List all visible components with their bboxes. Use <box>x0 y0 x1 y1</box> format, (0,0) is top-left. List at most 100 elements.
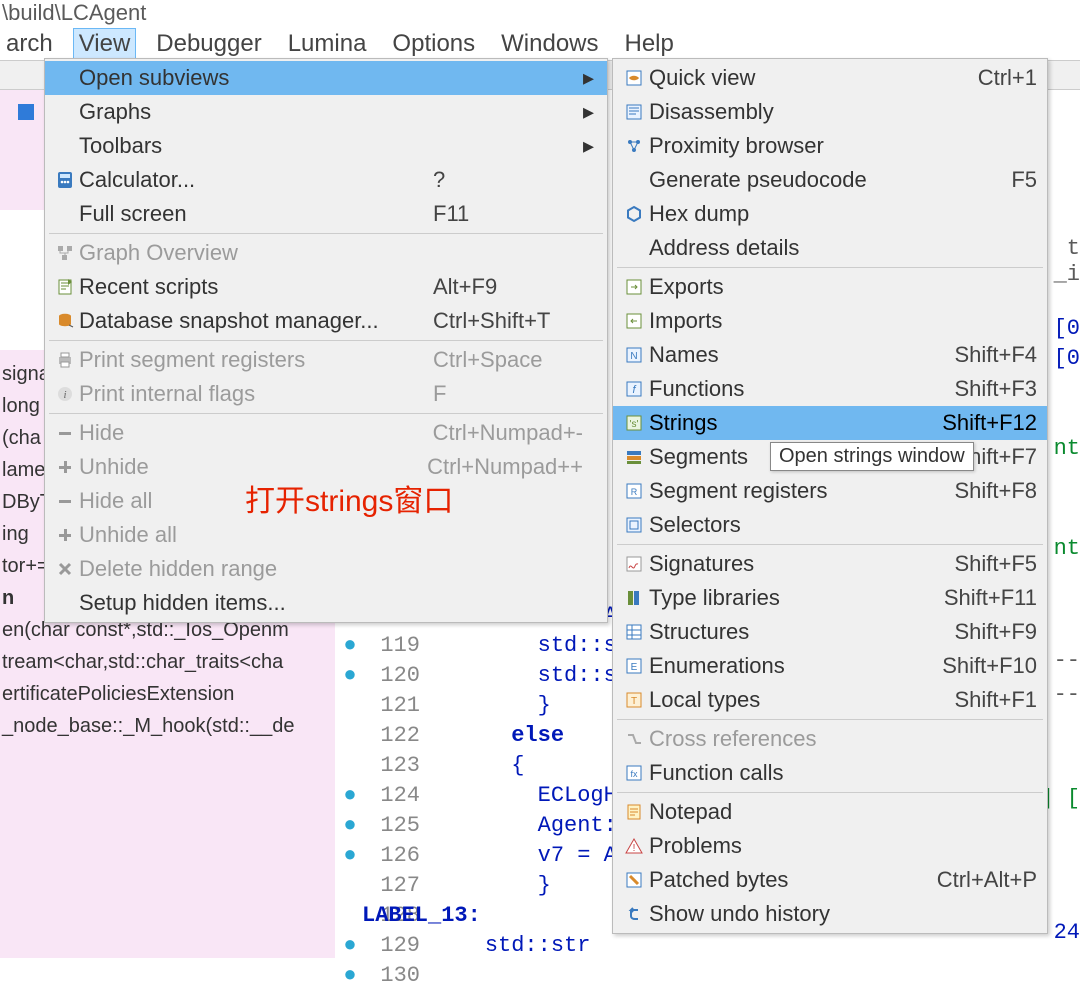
menu-item-shortcut: Ctrl+Alt+P <box>937 867 1037 893</box>
view-item-full-screen[interactable]: Full screenF11 <box>45 197 607 231</box>
subview-item-show-undo-history[interactable]: Show undo history <box>613 897 1047 931</box>
code-fragment: -- <box>1054 648 1080 673</box>
subview-item-selectors[interactable]: Selectors <box>613 508 1047 542</box>
code-fragment: [0 <box>1054 346 1080 371</box>
menu-item-shortcut: Ctrl+Shift+T <box>433 308 583 334</box>
subview-item-address-details[interactable]: Address details <box>613 231 1047 265</box>
menu-item-shortcut: Shift+F12 <box>942 410 1037 436</box>
menu-item-label: Functions <box>649 376 954 402</box>
code-text: std::s <box>432 663 617 688</box>
menu-help[interactable]: Help <box>619 28 680 60</box>
menu-item-label: Address details <box>649 235 1037 261</box>
menu-item-label: Imports <box>649 308 1037 334</box>
view-item-open-subviews[interactable]: Open subviews ▸ <box>45 61 607 95</box>
view-item-delete-hidden-range: Delete hidden range <box>45 552 607 586</box>
minus-icon <box>51 423 79 443</box>
subview-item-functions[interactable]: fFunctionsShift+F3 <box>613 372 1047 406</box>
graph-icon <box>51 243 79 263</box>
subview-item-patched-bytes[interactable]: Patched bytesCtrl+Alt+P <box>613 863 1047 897</box>
breakpoint-dot-icon: ● <box>340 813 360 838</box>
subview-item-proximity-browser[interactable]: Proximity browser <box>613 129 1047 163</box>
view-item-setup-hidden-items-[interactable]: Setup hidden items... <box>45 586 607 620</box>
view-item-print-segment-registers: Print segment registersCtrl+Space <box>45 343 607 377</box>
menu-item-label: Setup hidden items... <box>79 590 433 616</box>
subview-item-notepad[interactable]: Notepad <box>613 795 1047 829</box>
names-icon: N <box>619 345 649 365</box>
menu-item-label: Open subviews <box>79 65 433 91</box>
subview-item-exports[interactable]: Exports <box>613 270 1047 304</box>
menu-item-shortcut: F5 <box>1011 167 1037 193</box>
view-item-graphs[interactable]: Graphs▸ <box>45 95 607 129</box>
script-icon <box>51 277 79 297</box>
menu-item-shortcut: ? <box>433 167 583 193</box>
x-icon <box>51 559 79 579</box>
subview-item-hex-dump[interactable]: Hex dump <box>613 197 1047 231</box>
menu-search[interactable]: arch <box>0 28 59 60</box>
nav-marker-icon <box>18 104 34 120</box>
db-icon <box>51 311 79 331</box>
struct-icon <box>619 622 649 642</box>
subview-item-strings[interactable]: 's'StringsShift+F12 <box>613 406 1047 440</box>
submenu-arrow-icon: ▸ <box>583 65 599 91</box>
code-fragment: -- <box>1054 682 1080 707</box>
code-text: } <box>432 693 551 718</box>
subview-item-function-calls[interactable]: fxFunction calls <box>613 756 1047 790</box>
code-fragment: nt <box>1054 436 1080 461</box>
view-item-database-snapshot-manager-[interactable]: Database snapshot manager...Ctrl+Shift+T <box>45 304 607 338</box>
menu-windows[interactable]: Windows <box>495 28 604 60</box>
line-number: 122 <box>360 723 420 748</box>
menu-item-shortcut: Alt+F9 <box>433 274 583 300</box>
str-icon: 's' <box>619 413 649 433</box>
menu-item-label: Exports <box>649 274 1037 300</box>
code-line[interactable]: ●129 std::str <box>340 930 1080 960</box>
names-line: _node_base::_M_hook(std::__de <box>0 710 335 742</box>
subview-item-segment-registers[interactable]: R Segment registersShift+F8 <box>613 474 1047 508</box>
subview-item-type-libraries[interactable]: Type librariesShift+F11 <box>613 581 1047 615</box>
code-fragment: _i <box>1054 262 1080 287</box>
func-icon: f <box>619 379 649 399</box>
breakpoint-dot-icon: ● <box>340 633 360 658</box>
menu-item-label: Patched bytes <box>649 867 937 893</box>
menu-item-label: Disassembly <box>649 99 1037 125</box>
breakpoint-dot-icon: ● <box>340 843 360 868</box>
subview-item-quick-view[interactable]: Quick viewCtrl+1 <box>613 61 1047 95</box>
menu-item-shortcut: Shift+F9 <box>954 619 1037 645</box>
subview-item-problems[interactable]: !Problems <box>613 829 1047 863</box>
menu-debugger[interactable]: Debugger <box>150 28 267 60</box>
menu-item-label: Hide <box>79 420 433 446</box>
menu-item-label: Function calls <box>649 760 1037 786</box>
subview-item-signatures[interactable]: SignaturesShift+F5 <box>613 547 1047 581</box>
menu-item-label: Names <box>649 342 954 368</box>
exp-icon <box>619 277 649 297</box>
menu-item-shortcut: Shift+F8 <box>954 478 1037 504</box>
menu-lumina[interactable]: Lumina <box>282 28 373 60</box>
menu-item-label: Local types <box>649 687 954 713</box>
code-fragment: t <box>1067 236 1080 261</box>
view-item-recent-scripts[interactable]: Recent scriptsAlt+F9 <box>45 270 607 304</box>
view-menu: Open subviews▸Graphs▸Toolbars▸Calculator… <box>44 58 608 623</box>
code-line[interactable]: ●130 <box>340 960 1080 990</box>
menu-item-label: Segment registers <box>649 478 954 504</box>
subview-item-enumerations[interactable]: EEnumerationsShift+F10 <box>613 649 1047 683</box>
view-item-toolbars[interactable]: Toolbars▸ <box>45 129 607 163</box>
hex-icon <box>619 204 649 224</box>
menu-options[interactable]: Options <box>386 28 481 60</box>
svg-text:!: ! <box>633 843 636 854</box>
subview-item-structures[interactable]: StructuresShift+F9 <box>613 615 1047 649</box>
view-item-graph-overview: Graph Overview <box>45 236 607 270</box>
annotation-text: 打开strings窗口 <box>245 476 453 520</box>
line-number: 126 <box>360 843 420 868</box>
menu-item-shortcut: Ctrl+Space <box>433 347 583 373</box>
subview-item-disassembly[interactable]: Disassembly <box>613 95 1047 129</box>
subview-item-names[interactable]: NNamesShift+F4 <box>613 338 1047 372</box>
subview-item-generate-pseudocode[interactable]: Generate pseudocodeF5 <box>613 163 1047 197</box>
menu-item-label: Calculator... <box>79 167 433 193</box>
menu-view[interactable]: View <box>73 28 137 60</box>
view-item-calculator-[interactable]: Calculator...? <box>45 163 607 197</box>
menu-item-label: Signatures <box>649 551 954 577</box>
subview-item-imports[interactable]: Imports <box>613 304 1047 338</box>
svg-text:R: R <box>631 487 638 497</box>
menu-item-label: Toolbars <box>79 133 433 159</box>
subview-item-local-types[interactable]: TLocal typesShift+F1 <box>613 683 1047 717</box>
breakpoint-dot-icon: ● <box>340 663 360 688</box>
